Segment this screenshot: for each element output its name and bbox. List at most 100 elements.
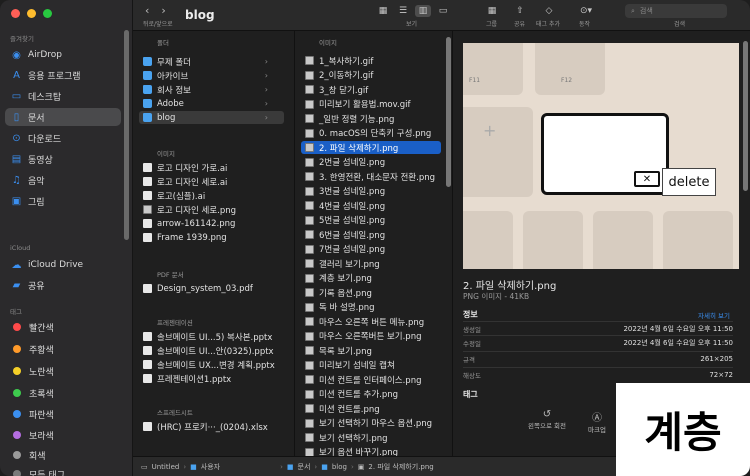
list-item[interactable]: 6번글 섬네일.png <box>301 228 441 241</box>
path-segment[interactable]: ■ 문서 <box>287 462 311 472</box>
sidebar-item-shared[interactable]: ▰ 공유 <box>5 276 121 294</box>
sidebar-item-icloud-drive[interactable]: ☁ iCloud Drive <box>5 256 121 274</box>
search-input[interactable]: ⌕ 검색 <box>625 4 727 18</box>
list-item[interactable]: 3번글 섬네일.png <box>301 185 441 198</box>
list-item[interactable]: 로고 디자인 가로.ai <box>139 161 284 174</box>
sidebar-tag-red[interactable]: 빨간색 <box>5 318 121 336</box>
forward-arrow-icon[interactable]: › <box>161 4 165 17</box>
list-item[interactable]: 7번글 섬네일.png <box>301 243 441 256</box>
list-item[interactable]: 미리보기 활용법.mov.gif <box>301 98 441 111</box>
minimize-button[interactable] <box>27 9 36 18</box>
sidebar-tag-green[interactable]: 초록색 <box>5 384 121 402</box>
rotate-left-icon: ↺ <box>542 409 552 420</box>
sidebar-tag-purple[interactable]: 보라색 <box>5 426 121 444</box>
list-item[interactable]: 2번글 섬네일.png <box>301 156 441 169</box>
list-item[interactable]: 미리보기 섬네일 캡쳐 <box>301 359 441 372</box>
list-item[interactable]: (HRC) 프로키···_(0204).xlsx <box>139 420 284 433</box>
path-segment[interactable]: ▣ 2. 파일 삭제하기.png <box>358 462 434 472</box>
list-item[interactable]: 0. macOS의 단축키 구성.png <box>301 127 441 140</box>
list-item[interactable]: 미션 컨트롤 인터페이스.png <box>301 373 441 386</box>
list-view-icon[interactable]: ☰ <box>396 5 410 17</box>
rotate-left-button[interactable]: ↺ 왼쪽으로 회전 <box>525 409 569 430</box>
list-item[interactable]: Adobe › <box>139 97 284 110</box>
sidebar-item-label: 노란색 <box>29 367 54 378</box>
list-item[interactable]: Frame 1939.png <box>139 231 284 244</box>
list-item-selected[interactable]: blog › <box>139 111 284 124</box>
list-item[interactable]: 마우스 오른쪽 버튼 메뉴.png <box>301 315 441 328</box>
file-icon <box>143 219 152 228</box>
group-label: 그룹 <box>486 21 498 28</box>
sidebar-tag-all[interactable]: 모든 태그 <box>5 465 121 476</box>
path-segment[interactable]: ■ blog <box>321 463 347 471</box>
sidebar-item-airdrop[interactable]: ◉ AirDrop <box>5 46 121 64</box>
list-item[interactable]: 3_창 닫기.gif <box>301 83 441 96</box>
list-item[interactable]: 로고 디자인 세로.png <box>139 203 284 216</box>
tag-icon[interactable]: ◇ <box>543 5 555 17</box>
column-view-icon[interactable]: ▥ <box>415 5 431 17</box>
list-item[interactable]: 목록 보기.png <box>301 344 441 357</box>
share-icon[interactable]: ⇧ <box>514 5 526 17</box>
sidebar-item-label: 보라색 <box>29 431 54 442</box>
list-item[interactable]: 솔브메이트 UX...변경 계획.pptx <box>139 358 284 371</box>
list-item[interactable]: 독 바 설명.png <box>301 301 441 314</box>
list-item[interactable]: 회사 정보 › <box>139 83 284 96</box>
list-item[interactable]: arrow-161142.png <box>139 217 284 230</box>
list-item[interactable]: 갤러리 보기.png <box>301 257 441 270</box>
list-item[interactable]: 보기 선택하기 마우스 옵션.png <box>301 417 441 430</box>
list-item[interactable]: 기록 옵션.png <box>301 286 441 299</box>
list-item[interactable]: 아카이브 › <box>139 69 284 82</box>
group-icon[interactable]: ▦ <box>485 5 499 17</box>
share-label: 공유 <box>514 21 526 28</box>
list-item[interactable]: 보기 선택하기.png <box>301 431 441 444</box>
tag-dot-icon <box>13 451 21 459</box>
list-item[interactable]: 5번글 섬네일.png <box>301 214 441 227</box>
sidebar-tag-orange[interactable]: 주황색 <box>5 340 121 358</box>
markup-button[interactable]: Ⓐ 마크업 <box>583 409 611 434</box>
zoom-button[interactable] <box>43 9 52 18</box>
item-label: 솔브메이트 UX...변경 계획.pptx <box>157 360 275 371</box>
preview-scrollbar[interactable] <box>743 41 748 191</box>
list-item[interactable]: 마우스 오른쪽버튼 보기.png <box>301 330 441 343</box>
list-item[interactable]: 4번글 섬네일.png <box>301 199 441 212</box>
list-item[interactable]: _일반 정렬 기능.png <box>301 112 441 125</box>
list-item[interactable]: 계층 보기.png <box>301 272 441 285</box>
tag-dot-icon <box>13 323 21 331</box>
icon-view-icon[interactable]: ▦ <box>376 5 390 17</box>
sidebar-item-music[interactable]: ♫ 음악 <box>5 171 121 189</box>
sidebar-tag-yellow[interactable]: 노란색 <box>5 362 121 380</box>
list-item[interactable]: 미션 컨트롤 추가.png <box>301 388 441 401</box>
sidebar-scrollbar[interactable] <box>124 30 129 240</box>
item-label: 3번글 섬네일.png <box>319 187 386 197</box>
gallery-view-icon[interactable]: ▭ <box>436 5 450 17</box>
list-item[interactable]: 무제 폴더 › <box>139 55 284 68</box>
show-more-link[interactable]: 자세히 보기 <box>698 310 730 320</box>
sidebar-item-applications[interactable]: A 응용 프로그램 <box>5 66 121 84</box>
close-button[interactable] <box>11 9 20 18</box>
list-item[interactable]: 솔브메이트 UI...5) 복사본.pptx <box>139 330 284 343</box>
list-item[interactable]: 솔브메이트 UI...안(0325).pptx <box>139 344 284 357</box>
list-item[interactable]: 3. 한영전환, 대소문자 전환.png <box>301 170 441 183</box>
sidebar-item-movies[interactable]: ▤ 동영상 <box>5 150 121 168</box>
list-item[interactable]: 1_복사하기.gif <box>301 54 441 67</box>
list-item[interactable]: 2_이동하기.gif <box>301 69 441 82</box>
sidebar-tag-gray[interactable]: 회색 <box>5 446 121 464</box>
sidebar-item-desktop[interactable]: ▭ 데스크탑 <box>5 87 121 105</box>
sidebar-item-documents[interactable]: ▯ 문서 <box>5 108 121 126</box>
path-segment[interactable]: ■ 사용자 <box>190 462 220 472</box>
list-item-selected[interactable]: 2. 파일 삭제하기.png <box>301 141 441 154</box>
download-icon: ⊙ <box>12 132 21 144</box>
column-scrollbar[interactable] <box>446 37 451 187</box>
list-item[interactable]: Design_system_03.pdf <box>139 282 284 295</box>
action-menu-icon[interactable]: ⊙▾ <box>576 5 596 17</box>
sidebar-item-downloads[interactable]: ⊙ 다운로드 <box>5 129 121 147</box>
list-item[interactable]: 프레젠테이션1.pptx <box>139 372 284 385</box>
list-item[interactable]: 로고(심플).ai <box>139 189 284 202</box>
back-arrow-icon[interactable]: ‹ <box>145 4 149 17</box>
list-item[interactable]: 미션 컨트롤.png <box>301 402 441 415</box>
sidebar-item-pictures[interactable]: ▣ 그림 <box>5 192 121 210</box>
list-item[interactable]: 로고 디자인 세로.ai <box>139 175 284 188</box>
sidebar-tag-blue[interactable]: 파란색 <box>5 405 121 423</box>
list-item[interactable]: 보기 옵션 바꾸기.png <box>301 446 441 456</box>
image-file-icon <box>305 128 314 138</box>
path-segment[interactable]: ▭ Untitled <box>141 463 179 471</box>
